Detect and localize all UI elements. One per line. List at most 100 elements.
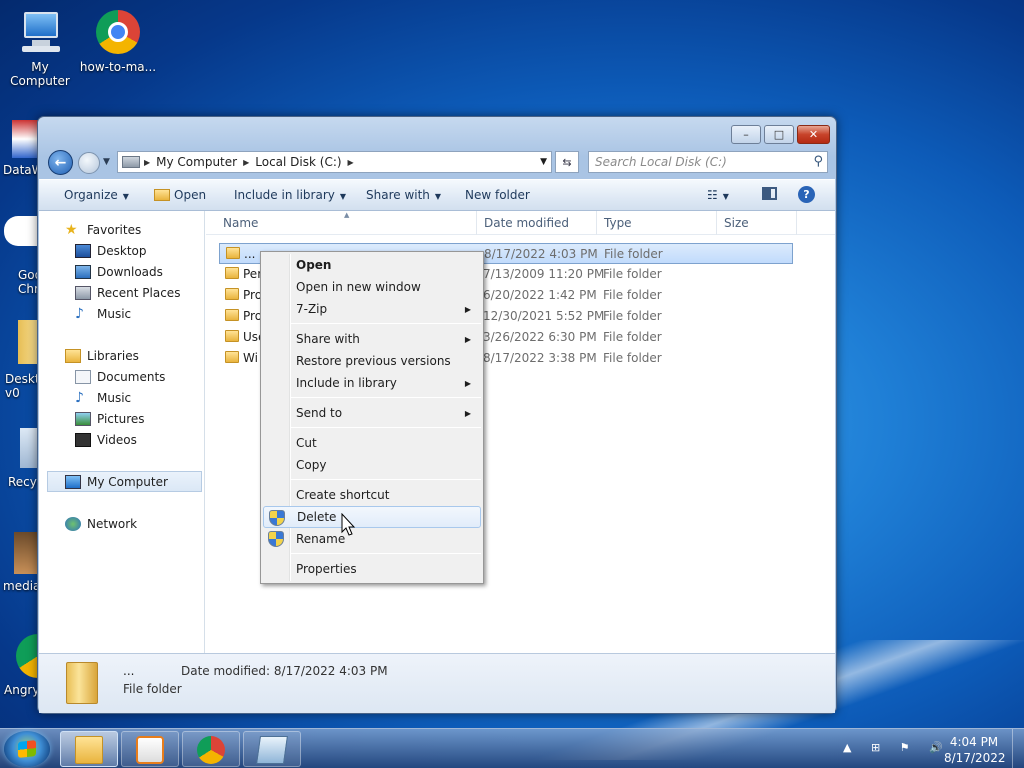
- mouse-cursor-icon: [341, 513, 356, 536]
- chevron-down-icon: ▼: [722, 192, 729, 201]
- address-dropdown-icon[interactable]: ▼: [540, 157, 547, 167]
- datawrapper-icon[interactable]: [12, 120, 38, 158]
- column-header-name[interactable]: Name: [223, 216, 258, 230]
- details-pane: ... Date modified: 8/17/2022 4:03 PM Fil…: [39, 653, 835, 713]
- nav-pictures[interactable]: Pictures: [39, 408, 205, 429]
- menu-item-create-shortcut[interactable]: Create shortcut: [263, 484, 481, 506]
- folder-icon: [225, 267, 239, 279]
- breadcrumb-my-computer[interactable]: My Computer: [156, 155, 237, 169]
- column-divider[interactable]: [796, 211, 797, 235]
- nav-downloads[interactable]: Downloads: [39, 261, 205, 282]
- nav-music[interactable]: ♪ Music: [39, 387, 205, 408]
- address-bar[interactable]: ▶ My Computer ▶ Local Disk (C:) ▶ ▼: [117, 151, 552, 173]
- taskbar-media-player[interactable]: [121, 731, 179, 767]
- new-folder-button[interactable]: New folder: [465, 188, 530, 202]
- media-icon[interactable]: [14, 532, 38, 574]
- notepad-icon: [256, 736, 288, 764]
- search-input[interactable]: Search Local Disk (C:) ⚲: [588, 151, 828, 173]
- help-button[interactable]: ?: [798, 186, 815, 203]
- start-button[interactable]: [4, 731, 50, 767]
- menu-item-rename[interactable]: Rename: [263, 528, 481, 550]
- nav-libraries[interactable]: Libraries: [39, 345, 205, 366]
- column-header-date-modified[interactable]: Date modified: [484, 216, 569, 230]
- desktop-icon-chrome-shortcut[interactable]: how-to-ma...: [78, 8, 158, 74]
- nav-videos[interactable]: Videos: [39, 429, 205, 450]
- show-desktop-button[interactable]: [1012, 729, 1024, 768]
- system-tray-icons[interactable]: ▲ ⊞ ⚑ 🔊: [843, 741, 951, 754]
- menu-item-copy[interactable]: Copy: [263, 454, 481, 476]
- nav-desktop[interactable]: Desktop: [39, 240, 205, 261]
- minimize-button[interactable]: –: [731, 125, 761, 144]
- menu-item-properties[interactable]: Properties: [263, 558, 481, 580]
- refresh-button[interactable]: ⇆: [555, 151, 579, 173]
- desktop-icon-my-computer[interactable]: My Computer: [0, 8, 80, 88]
- sort-ascending-icon: ▲: [344, 211, 350, 219]
- breadcrumb-local-disk[interactable]: Local Disk (C:): [255, 155, 341, 169]
- file-name: Wi: [243, 351, 258, 365]
- desktop-icon-label: how-to-ma...: [79, 60, 157, 74]
- column-divider[interactable]: [596, 211, 597, 235]
- clock-date[interactable]: 8/17/2022: [944, 751, 1006, 765]
- nav-network[interactable]: Network: [39, 513, 205, 534]
- new-folder-label: New folder: [465, 188, 530, 202]
- back-button[interactable]: ←: [48, 150, 73, 175]
- desktop-edge-label: media: [3, 579, 41, 593]
- windows-logo-icon: [18, 740, 36, 758]
- menu-label: Copy: [296, 458, 327, 472]
- preview-pane-icon: [762, 187, 777, 200]
- view-list-icon: ☷: [707, 188, 718, 202]
- nav-music-favorite[interactable]: ♪ Music: [39, 303, 205, 324]
- menu-label: Open: [296, 258, 332, 272]
- view-options-button[interactable]: ☷ ▼: [707, 188, 729, 202]
- search-icon[interactable]: ⚲: [813, 154, 823, 169]
- chevron-down-icon: ▼: [122, 192, 129, 201]
- navigation-pane: ★ Favorites Desktop Downloads Recent Plac…: [39, 211, 205, 653]
- nav-label: Recent Places: [97, 285, 181, 300]
- search-placeholder: Search Local Disk (C:): [595, 155, 727, 169]
- share-with-button[interactable]: Share with ▼: [366, 188, 441, 202]
- forward-button[interactable]: [78, 152, 100, 174]
- menu-item-share-with[interactable]: Share with ▶: [263, 328, 481, 350]
- menu-label: Rename: [296, 532, 346, 546]
- nav-favorites[interactable]: ★ Favorites: [39, 219, 205, 240]
- taskbar-explorer[interactable]: [60, 731, 118, 767]
- column-header-size[interactable]: Size: [724, 216, 749, 230]
- include-in-library-button[interactable]: Include in library ▼: [234, 188, 346, 202]
- file-date: 12/30/2021 5:52 PM: [483, 309, 605, 323]
- nav-my-computer[interactable]: My Computer: [47, 471, 202, 492]
- nav-documents[interactable]: Documents: [39, 366, 205, 387]
- taskbar-chrome[interactable]: [182, 731, 240, 767]
- menu-item-7zip[interactable]: 7-Zip ▶: [263, 298, 481, 320]
- menu-label: Restore previous versions: [296, 354, 451, 368]
- menu-item-include-in-library[interactable]: Include in library ▶: [263, 372, 481, 394]
- uac-shield-icon: [268, 531, 284, 547]
- menu-separator: [291, 323, 481, 324]
- file-name: ...: [244, 247, 256, 261]
- menu-label: Delete: [297, 510, 337, 524]
- uac-shield-icon: [269, 510, 285, 526]
- menu-item-open-new-window[interactable]: Open in new window: [263, 276, 481, 298]
- clock-time[interactable]: 4:04 PM: [944, 735, 1004, 749]
- column-header-type[interactable]: Type: [604, 216, 632, 230]
- desktop-edge-label: Angry: [4, 683, 40, 697]
- chevron-right-icon[interactable]: ▶: [348, 158, 354, 167]
- menu-item-cut[interactable]: Cut: [263, 432, 481, 454]
- menu-item-send-to[interactable]: Send to ▶: [263, 402, 481, 424]
- menu-label: Include in library: [296, 376, 397, 390]
- column-divider[interactable]: [476, 211, 477, 235]
- menu-item-open[interactable]: Open: [263, 254, 481, 276]
- column-divider[interactable]: [716, 211, 717, 235]
- menu-item-delete[interactable]: Delete: [263, 506, 481, 528]
- recent-pages-dropdown[interactable]: ▼: [103, 157, 110, 167]
- recycle-bin-icon[interactable]: [20, 428, 38, 468]
- chevron-right-icon[interactable]: ▶: [243, 158, 249, 167]
- close-button[interactable]: ✕: [797, 125, 830, 144]
- nav-recent-places[interactable]: Recent Places: [39, 282, 205, 303]
- chevron-right-icon[interactable]: ▶: [144, 158, 150, 167]
- open-button[interactable]: Open: [154, 188, 206, 202]
- taskbar-app[interactable]: [243, 731, 301, 767]
- menu-item-restore-previous-versions[interactable]: Restore previous versions: [263, 350, 481, 372]
- maximize-button[interactable]: □: [764, 125, 794, 144]
- preview-pane-button[interactable]: [762, 187, 777, 203]
- organize-button[interactable]: Organize ▼: [64, 188, 129, 202]
